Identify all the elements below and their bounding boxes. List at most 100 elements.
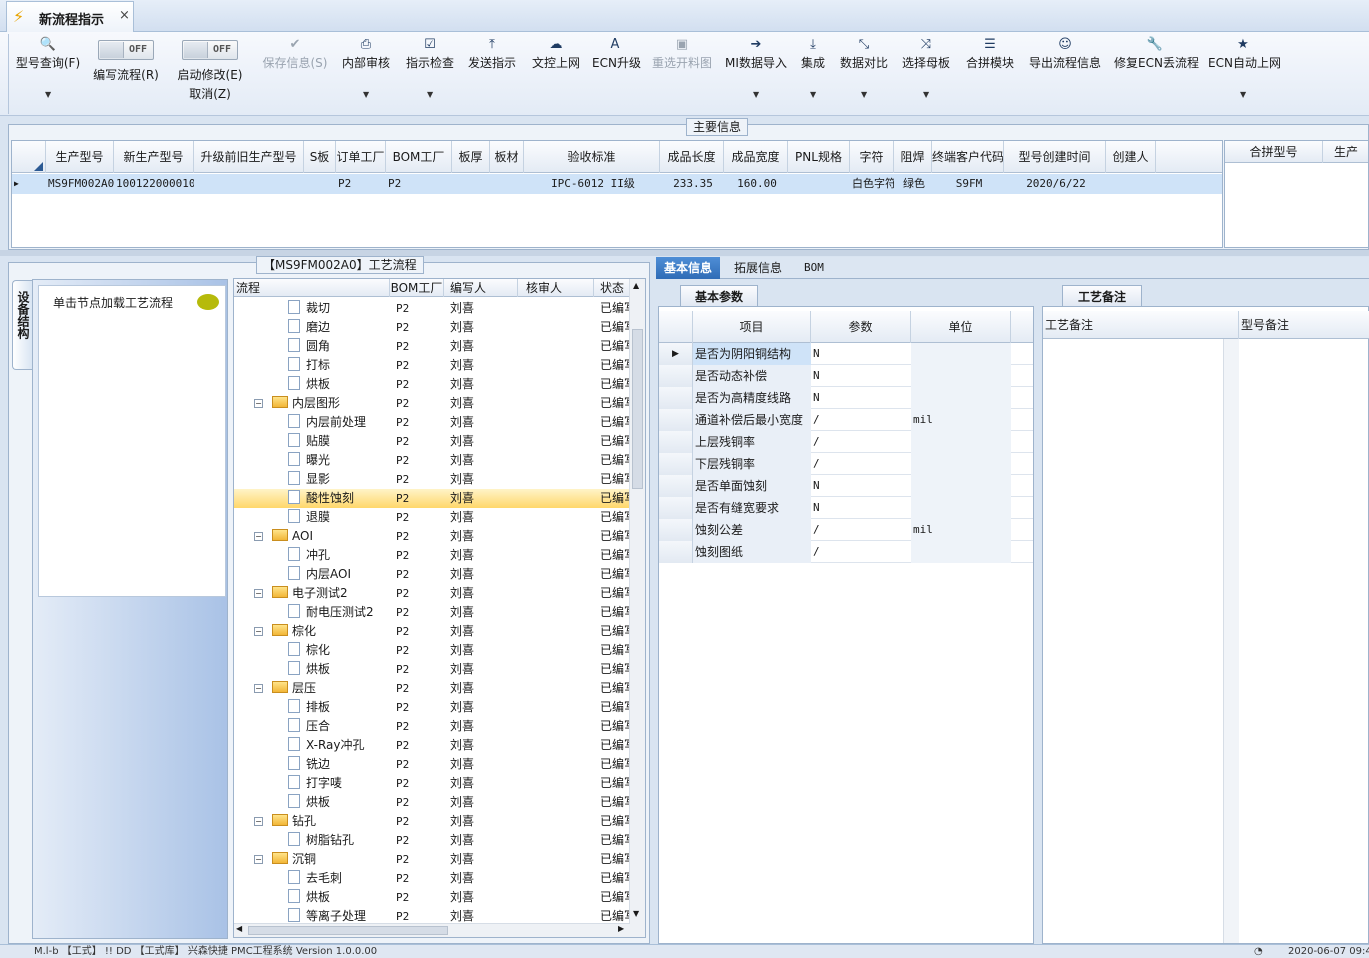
chevron-down-icon[interactable]: ▼ [45,90,51,99]
param-row[interactable]: 是否有缝宽要求 N [659,497,1033,519]
toggle-switch[interactable]: OFF [182,40,238,60]
grid-cell[interactable]: MS9FM002A0 [48,174,114,194]
chevron-down-icon[interactable]: ▼ [861,90,867,99]
param-row[interactable]: 蚀刻图纸 / [659,541,1033,563]
toggle-switch[interactable]: OFF [98,40,154,60]
col-header[interactable]: 型号创建时间 [1004,141,1106,173]
tab-extended-info[interactable]: 拓展信息 [726,257,790,279]
col-header[interactable]: 板材 [490,141,524,173]
save-info-button[interactable]: ✔ 保存信息(S) [260,36,330,108]
horizontal-splitter[interactable] [0,250,1369,256]
horizontal-scrollbar[interactable]: ◀ ▶ [234,923,630,937]
edit-flow-toggle[interactable]: OFF 编写流程(R) [90,36,162,108]
param-value[interactable]: N [811,387,911,409]
indication-check-button[interactable]: ☑ 指示检查 ▼ [404,36,456,108]
basic-params-caption[interactable]: 基本参数 [680,285,758,307]
param-row[interactable]: ▶ 是否为阴阳铜结构 N [659,343,1033,365]
merge-grid[interactable]: 合拼型号 生产 [1224,140,1369,248]
collapse-toggle-icon[interactable]: − [254,532,263,541]
param-row[interactable]: 是否动态补偿 N [659,365,1033,387]
param-row[interactable]: 上层残铜率 / [659,431,1033,453]
tree-node[interactable]: − 棕化 P2 刘喜 已编写 [234,622,630,641]
col-header[interactable]: 状态 [594,279,630,297]
col-header[interactable]: 项目 [693,311,811,343]
tree-node[interactable]: − 钻孔 P2 刘喜 已编写 [234,812,630,831]
collapse-toggle-icon[interactable]: − [254,589,263,598]
tree-node[interactable]: 压合 P2 刘喜 已编写 [234,717,630,736]
param-value[interactable]: N [811,365,911,387]
col-header[interactable]: 阻焊 [894,141,932,173]
collapse-toggle-icon[interactable]: − [254,855,263,864]
grid-cell[interactable] [492,174,524,194]
ecn-auto-button[interactable]: ★ ECN自动上网 ▼ [1208,36,1281,108]
tree-node[interactable]: − 电子测试2 P2 刘喜 已编写 [234,584,630,603]
select-mother-button[interactable]: ⤨ 选择母板 ▼ [900,36,952,108]
col-header[interactable]: 生产 [1323,141,1368,163]
tree-node[interactable]: 显影 P2 刘喜 已编写 [234,470,630,489]
grid-cell[interactable] [196,174,304,194]
col-header[interactable]: 新生产型号 [114,141,194,173]
col-header[interactable]: 成品长度 [660,141,724,173]
tree-node[interactable]: 曝光 P2 刘喜 已编写 [234,451,630,470]
chevron-down-icon[interactable]: ▼ [923,90,929,99]
tree-node[interactable]: 退膜 P2 刘喜 已编写 [234,508,630,527]
col-header[interactable]: 板厚 [452,141,490,173]
collapse-toggle-icon[interactable]: − [254,627,263,636]
tree-node[interactable]: − 层压 P2 刘喜 已编写 [234,679,630,698]
tree-node[interactable]: − 沉铜 P2 刘喜 已编写 [234,850,630,869]
tree-node[interactable]: 贴膜 P2 刘喜 已编写 [234,432,630,451]
param-row[interactable]: 下层残铜率 / [659,453,1033,475]
tree-node[interactable]: 裁切 P2 刘喜 已编写 [234,299,630,318]
tree-node[interactable]: 烘板 P2 刘喜 已编写 [234,660,630,679]
col-header[interactable]: 参数 [811,311,911,343]
param-value[interactable]: N [811,497,911,519]
col-header[interactable]: 生产型号 [46,141,114,173]
col-header[interactable]: 订单工厂 [336,141,386,173]
process-notes-caption[interactable]: 工艺备注 [1062,285,1142,307]
grid-cell[interactable]: 10012200001030 [116,174,194,194]
grid-cell[interactable]: 160.00 [726,174,788,194]
grid-cell[interactable]: 绿色 [896,174,932,194]
close-icon[interactable]: × [119,8,130,23]
tree-node[interactable]: 打标 P2 刘喜 已编写 [234,356,630,375]
col-header[interactable]: 核审人 [518,279,594,297]
repair-ecn-button[interactable]: 🔧 修复ECN丢流程 [1114,36,1199,108]
tree-node[interactable]: 烘板 P2 刘喜 已编写 [234,888,630,907]
grid-cell[interactable]: 233.35 [662,174,724,194]
tree-node[interactable]: 耐电压测试2 P2 刘喜 已编写 [234,603,630,622]
main-info-grid[interactable]: 生产型号 新生产型号 升级前旧生产型号 S板 订单工厂 BOM工厂 板厚 板材 验收标准 成品长度… [11,140,1223,248]
col-header[interactable]: PNL规格 [788,141,850,173]
grid-cell[interactable]: 2020/6/22 [1006,174,1106,194]
vertical-scrollbar[interactable]: ▲ ▼ [629,279,645,937]
tab-bom[interactable]: BOM [796,257,832,279]
grid-cell[interactable]: IPC-6012 II级 [526,174,660,194]
tree-node[interactable]: 打字唛 P2 刘喜 已编写 [234,774,630,793]
param-value[interactable]: / [811,409,911,431]
chevron-down-icon[interactable]: ▼ [427,90,433,99]
tree-node[interactable]: 排板 P2 刘喜 已编写 [234,698,630,717]
col-header[interactable]: 升级前旧生产型号 [194,141,304,173]
tree-node[interactable]: 烘板 P2 刘喜 已编写 [234,793,630,812]
tree-node[interactable]: 内层前处理 P2 刘喜 已编写 [234,413,630,432]
auto-modify-toggle[interactable]: OFF 启动修改(E) 取消(Z) [174,36,246,108]
send-indication-button[interactable]: ⤒ 发送指示 [466,36,518,108]
tree-node[interactable]: 棕化 P2 刘喜 已编写 [234,641,630,660]
collapse-toggle-icon[interactable]: − [254,684,263,693]
tree-node[interactable]: 去毛刺 P2 刘喜 已编写 [234,869,630,888]
param-value[interactable]: / [811,541,911,563]
param-row[interactable]: 是否单面蚀刻 N [659,475,1033,497]
col-header[interactable]: 流程 [234,279,390,297]
tree-node[interactable]: 圆角 P2 刘喜 已编写 [234,337,630,356]
tree-node[interactable]: − 内层图形 P2 刘喜 已编写 [234,394,630,413]
tree-node[interactable]: 树脂钻孔 P2 刘喜 已编写 [234,831,630,850]
chevron-down-icon[interactable]: ▼ [363,90,369,99]
tree-node[interactable]: − AOI P2 刘喜 已编写 [234,527,630,546]
reselect-cut-button[interactable]: ▣ 重选开料图 [650,36,714,108]
doc-upload-button[interactable]: ☁ 文控上网 [530,36,582,108]
merge-module-button[interactable]: ☰ 合拼模块 [964,36,1016,108]
col-header[interactable]: 单位 [911,311,1011,343]
grid-cell[interactable]: S9FM [934,174,1004,194]
col-header[interactable]: 型号备注 [1239,311,1369,339]
tab-basic-info[interactable]: 基本信息 [656,257,721,279]
mi-import-button[interactable]: ➔ MI数据导入 ▼ [724,36,788,108]
